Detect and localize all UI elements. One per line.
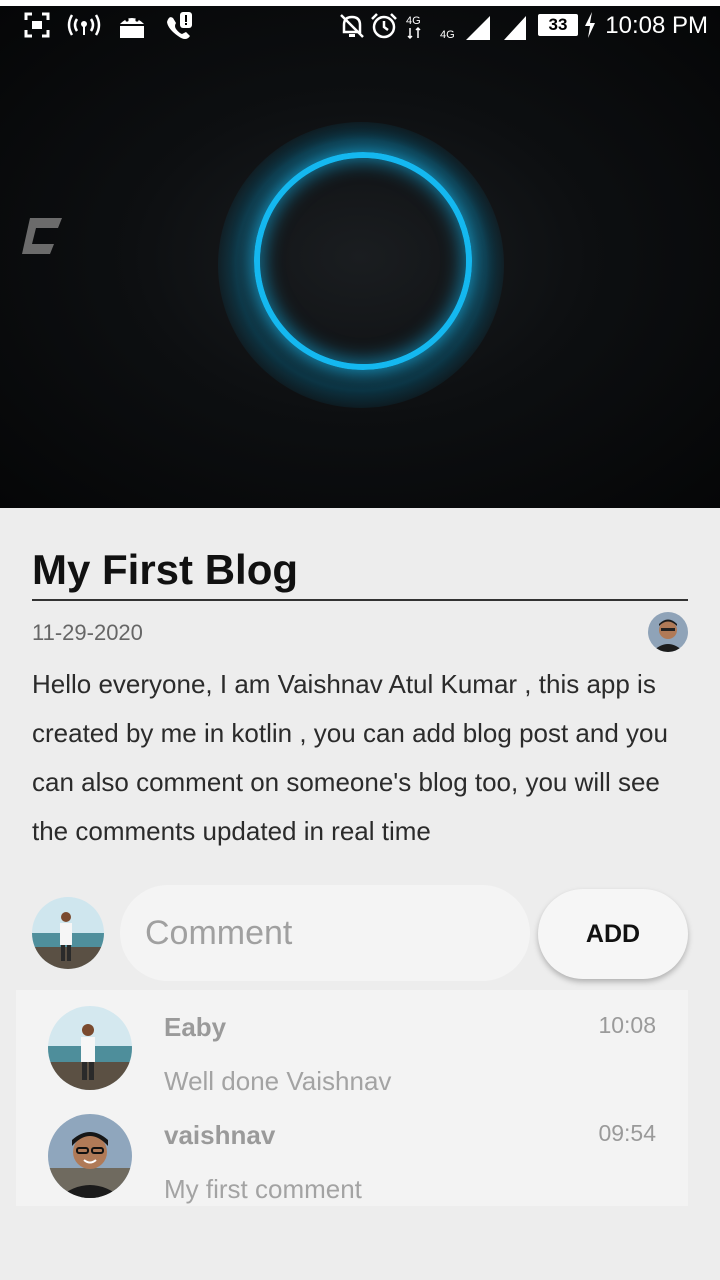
signal-icon-2 <box>504 16 526 40</box>
svg-text:4G: 4G <box>406 15 421 27</box>
status-clock: 10:08 PM <box>605 12 708 39</box>
comment-text: Well done Vaishnav <box>164 1066 392 1096</box>
author-avatar[interactable] <box>648 612 688 652</box>
comments-list: Eaby 10:08 Well done Vaishnav vaishnav 0… <box>16 990 688 1206</box>
hotspot-icon <box>67 14 101 36</box>
comment-time: 09:54 <box>598 1120 656 1146</box>
battery-level: 33 <box>538 14 578 36</box>
comment-input[interactable] <box>120 885 530 981</box>
commenter-name: vaishnav <box>164 1120 276 1150</box>
comment-text: My first comment <box>164 1174 362 1204</box>
mute-icon <box>340 14 364 38</box>
glowing-ring <box>254 152 472 370</box>
android-debug-icon <box>120 18 144 38</box>
add-comment-button[interactable]: ADD <box>538 889 688 979</box>
commenter-name: Eaby <box>164 1012 227 1042</box>
4g-icon: 4G <box>406 15 421 40</box>
current-user-avatar <box>32 897 104 969</box>
blog-body: Hello everyone, I am Vaishnav Atul Kumar… <box>32 669 668 846</box>
c-logo-icon <box>22 218 62 254</box>
commenter-avatar[interactable] <box>48 1006 132 1090</box>
screenshot-icon <box>24 12 50 38</box>
commenter-avatar[interactable] <box>48 1114 132 1198</box>
comment-item: vaishnav 09:54 My first comment <box>16 1098 688 1206</box>
alarm-icon <box>371 13 397 39</box>
status-bar: 4G 4G 33 10:08 PM <box>0 6 720 46</box>
signal-icon: 4G <box>440 16 490 40</box>
comment-time: 10:08 <box>598 1012 656 1038</box>
call-alert-icon <box>167 12 192 39</box>
title-divider <box>32 599 688 601</box>
blog-cover-image <box>0 6 720 508</box>
blog-date: 11-29-2020 <box>32 620 143 645</box>
comment-item: Eaby 10:08 Well done Vaishnav <box>16 990 688 1098</box>
charging-icon <box>585 12 595 38</box>
svg-text:4G: 4G <box>440 29 455 40</box>
blog-title: My First Blog <box>32 546 299 593</box>
